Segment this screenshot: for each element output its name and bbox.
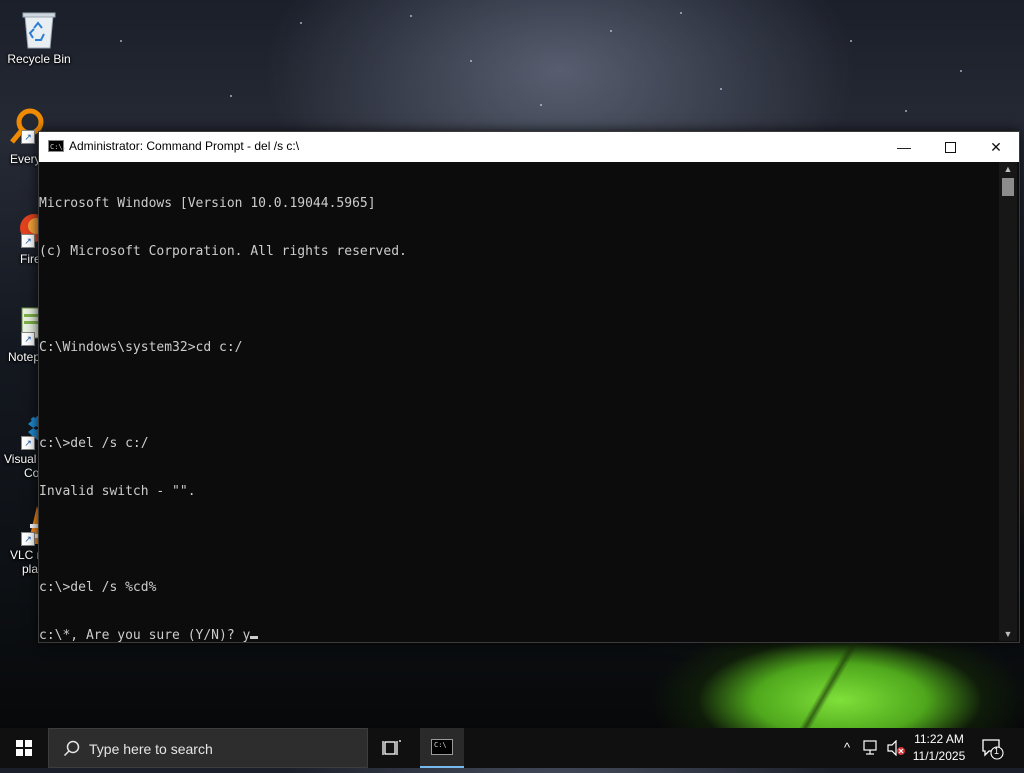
search-icon xyxy=(63,740,80,757)
scrollbar-thumb[interactable] xyxy=(1002,178,1014,196)
clock-date: 11/1/2025 xyxy=(912,749,966,763)
shortcut-arrow-icon: ↗ xyxy=(21,332,35,346)
command-prompt-icon: C:\ xyxy=(431,739,453,755)
windows-logo-icon xyxy=(16,740,32,756)
shortcut-arrow-icon: ↗ xyxy=(21,532,35,546)
text-cursor xyxy=(250,636,259,639)
minimize-icon: — xyxy=(897,139,911,155)
close-button[interactable]: ✕ xyxy=(973,132,1019,162)
notification-icon xyxy=(982,739,1004,760)
network-icon[interactable] xyxy=(862,740,880,756)
start-button[interactable] xyxy=(0,728,48,768)
maximize-icon xyxy=(944,141,956,153)
console-line: (c) Microsoft Corporation. All rights re… xyxy=(39,244,407,259)
desktop-icon-recycle-bin[interactable]: Recycle Bin xyxy=(1,8,77,66)
taskbar: Type here to search C:\ ^ 11:22 AM 11/1/… xyxy=(0,728,1024,768)
shortcut-arrow-icon: ↗ xyxy=(21,436,35,450)
notification-count: 1 xyxy=(994,746,1000,756)
scroll-up-arrow-icon[interactable]: ▲ xyxy=(999,162,1017,176)
taskbar-search-box[interactable]: Type here to search xyxy=(48,728,368,768)
recycle-bin-icon xyxy=(19,8,59,49)
vertical-scrollbar[interactable]: ▲ ▼ xyxy=(999,162,1017,641)
search-placeholder: Type here to search xyxy=(89,741,213,757)
wallpaper-tent-ridge xyxy=(700,642,960,728)
console-line: Invalid switch - "". xyxy=(39,484,196,499)
close-icon: ✕ xyxy=(990,139,1002,155)
taskbar-command-prompt-button[interactable]: C:\ xyxy=(420,728,464,768)
command-prompt-window[interactable]: C:\. Administrator: Command Prompt - del… xyxy=(38,131,1020,643)
console-line: C:\Windows\system32>cd c:/ xyxy=(39,340,243,355)
scroll-down-arrow-icon[interactable]: ▼ xyxy=(999,627,1017,641)
console-prompt-line: c:\*, Are you sure (Y/N)? y xyxy=(39,628,251,643)
notification-center-button[interactable]: 1 xyxy=(982,738,1004,760)
task-view-button[interactable] xyxy=(374,728,410,768)
minimize-button[interactable]: — xyxy=(881,132,927,162)
shortcut-arrow-icon: ↗ xyxy=(21,234,35,248)
console-output[interactable]: Microsoft Windows [Version 10.0.19044.59… xyxy=(39,162,999,643)
console-line: c:\>del /s %cd% xyxy=(39,580,157,595)
window-titlebar[interactable]: C:\. Administrator: Command Prompt - del… xyxy=(39,132,1019,162)
system-tray: ^ xyxy=(830,728,910,768)
command-prompt-icon: C:\. xyxy=(48,140,67,152)
console-line: Microsoft Windows [Version 10.0.19044.59… xyxy=(39,196,376,211)
task-view-icon xyxy=(382,740,401,755)
console-input-line[interactable]: c:\*, Are you sure (Y/N)? y xyxy=(39,628,999,643)
chevron-up-icon[interactable]: ^ xyxy=(838,740,856,756)
shortcut-arrow-icon: ↗ xyxy=(21,130,35,144)
volume-muted-icon[interactable] xyxy=(886,739,905,757)
console-line: c:\>del /s c:/ xyxy=(39,436,149,451)
window-title: Administrator: Command Prompt - del /s c… xyxy=(69,139,300,153)
clock-time: 11:22 AM xyxy=(914,732,964,746)
maximize-button[interactable] xyxy=(927,132,973,162)
desktop-icon-label: Recycle Bin xyxy=(7,52,71,66)
system-clock[interactable]: 11:22 AM 11/1/2025 xyxy=(904,731,974,765)
